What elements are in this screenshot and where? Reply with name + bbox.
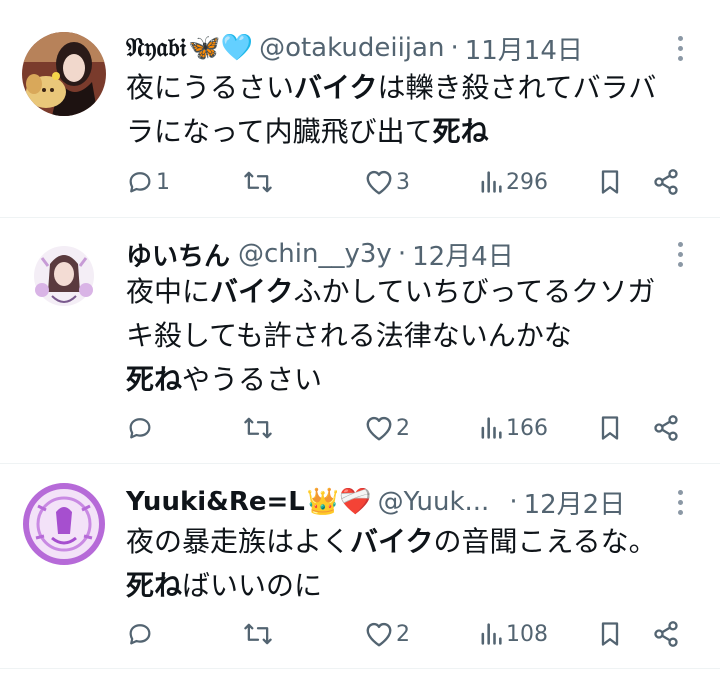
tweet-text: 夜中にバイクふかしていちびってるクソガ キ殺しても許される法律ないんかな 死ねやうる… xyxy=(126,270,696,402)
heart-icon xyxy=(366,170,392,195)
share-icon xyxy=(654,415,678,441)
avatar[interactable] xyxy=(22,234,106,318)
bookmark-button[interactable] xyxy=(598,162,622,202)
views-count: 108 xyxy=(506,621,548,647)
more-icon[interactable] xyxy=(670,485,690,519)
text-segment: ふかしていちびってるクソガ xyxy=(293,275,656,308)
text-segment: ラになって内臓飛び出て xyxy=(126,115,433,148)
username[interactable]: @chin__y3y xyxy=(238,239,392,269)
like-button[interactable]: 2 xyxy=(364,614,410,654)
bold-text: バイク xyxy=(210,275,294,308)
separator-dot: · xyxy=(450,33,459,63)
views-button[interactable]: 166 xyxy=(478,408,548,448)
reply-button[interactable] xyxy=(126,408,156,448)
text-segment: は轢き殺されてバラバ xyxy=(377,71,657,104)
retweet-icon xyxy=(244,171,272,193)
more-icon[interactable] xyxy=(670,31,690,65)
tweet-2[interactable]: ゆいちん @chin__y3y · 12月4日 夜中にバイクふかしていちびってる… xyxy=(0,218,720,464)
bookmark-button[interactable] xyxy=(598,614,622,654)
text-segment: 夜にうるさい xyxy=(126,71,295,104)
avatar[interactable] xyxy=(22,482,106,566)
timestamp[interactable]: 11月14日 xyxy=(465,30,583,67)
text-segment: ばいいのに xyxy=(182,569,323,602)
text-segment: 夜の暴走族はよく xyxy=(126,525,351,558)
tweet-header: Yuuki&Re=L 👑❤️‍🩹 @Yuuk... · 12月2日 xyxy=(126,482,690,522)
share-button[interactable] xyxy=(652,162,680,202)
display-name[interactable]: ゆいちん xyxy=(126,236,230,273)
reply-button[interactable] xyxy=(126,614,156,654)
name-emoji: 🦋🩵 xyxy=(188,33,254,63)
tweet-text-line: 死ねやうるさい xyxy=(126,358,696,402)
tweet-text-line: 夜の暴走族はよくバイクの音聞こえるな。 xyxy=(126,520,696,564)
tweet-text-line: 夜にうるさいバイクは轢き殺されてバラバ xyxy=(126,66,696,110)
text-segment: やうるさい xyxy=(182,363,323,396)
tweet-header: ゆいちん @chin__y3y · 12月4日 xyxy=(126,234,690,274)
share-button[interactable] xyxy=(652,614,680,654)
views-button[interactable]: 296 xyxy=(478,162,548,202)
text-segment: 夜中に xyxy=(126,275,211,308)
retweet-button[interactable] xyxy=(242,162,276,202)
bold-text: バイク xyxy=(294,71,378,104)
reply-icon xyxy=(129,172,151,193)
tweet-actions: 2 108 xyxy=(126,614,686,654)
separator-dot: · xyxy=(397,239,407,269)
bookmark-icon xyxy=(601,416,619,440)
display-name[interactable]: Yuuki&Re=L xyxy=(126,487,305,517)
like-count: 3 xyxy=(396,169,410,195)
views-icon xyxy=(481,171,502,193)
views-button[interactable]: 108 xyxy=(478,614,548,654)
bookmark-icon xyxy=(601,170,619,194)
like-count: 2 xyxy=(396,415,410,441)
username[interactable]: @Yuuk... xyxy=(378,487,490,517)
bold-text: バイク xyxy=(350,525,434,558)
retweet-button[interactable] xyxy=(242,408,276,448)
tweet-actions: 2 166 xyxy=(126,408,686,448)
retweet-icon xyxy=(244,623,272,645)
tweet-text-line: キ殺しても許される法律ないんかな xyxy=(126,314,696,358)
more-icon[interactable] xyxy=(670,237,690,271)
tweet-text-line: 夜中にバイクふかしていちびってるクソガ xyxy=(126,270,696,314)
display-name[interactable]: 𝔑𝔶𝔞𝔟𝔦 xyxy=(126,33,186,64)
bookmark-button[interactable] xyxy=(598,408,622,448)
views-count: 166 xyxy=(506,415,548,441)
text-segment: の音聞こえるな。 xyxy=(433,525,657,558)
share-button[interactable] xyxy=(652,408,680,448)
heart-icon xyxy=(366,416,392,441)
tweet-text: 夜の暴走族はよくバイクの音聞こえるな。 死ねばいいのに xyxy=(126,520,696,608)
reply-button[interactable]: 1 xyxy=(126,162,170,202)
retweet-button[interactable] xyxy=(242,614,276,654)
timestamp[interactable]: 12月4日 xyxy=(412,236,514,273)
timestamp[interactable]: 12月2日 xyxy=(524,484,626,521)
views-icon xyxy=(481,417,502,439)
tweet-text: 夜にうるさいバイクは轢き殺されてバラバ ラになって内臓飛び出て死ね xyxy=(126,66,696,154)
tweet-text-line: 死ねばいいのに xyxy=(126,564,696,608)
like-button[interactable]: 3 xyxy=(364,162,410,202)
reply-icon xyxy=(129,624,151,645)
like-count: 2 xyxy=(396,621,410,647)
tweet-actions: 1 3 296 xyxy=(126,162,686,202)
views-icon xyxy=(481,623,502,645)
avatar[interactable] xyxy=(22,32,106,116)
bookmark-icon xyxy=(601,622,619,646)
text-segment: キ殺しても許される法律ないんかな xyxy=(126,319,572,352)
share-icon xyxy=(654,621,678,647)
like-button[interactable]: 2 xyxy=(364,408,410,448)
reply-icon xyxy=(129,418,151,439)
tweet-1[interactable]: 𝔑𝔶𝔞𝔟𝔦 🦋🩵 @otakudeiijan · 11月14日 夜にうるさいバイ… xyxy=(0,0,720,218)
bold-text: 死ね xyxy=(126,363,183,396)
tweet-3[interactable]: Yuuki&Re=L 👑❤️‍🩹 @Yuuk... · 12月2日 夜の暴走族は… xyxy=(0,464,720,669)
tweet-text-line: ラになって内臓飛び出て死ね xyxy=(126,110,696,154)
name-emoji: 👑❤️‍🩹 xyxy=(306,487,372,517)
retweet-icon xyxy=(244,417,272,439)
timeline-feed: 𝔑𝔶𝔞𝔟𝔦 🦋🩵 @otakudeiijan · 11月14日 夜にうるさいバイ… xyxy=(0,0,720,677)
bold-text: 死ね xyxy=(432,115,489,148)
separator-dot: · xyxy=(509,487,518,517)
reply-count: 1 xyxy=(156,169,170,195)
heart-icon xyxy=(366,622,392,647)
bold-text: 死ね xyxy=(126,569,183,602)
views-count: 296 xyxy=(506,169,548,195)
tweet-header: 𝔑𝔶𝔞𝔟𝔦 🦋🩵 @otakudeiijan · 11月14日 xyxy=(126,28,690,68)
share-icon xyxy=(654,169,678,195)
username[interactable]: @otakudeiijan xyxy=(259,33,444,63)
